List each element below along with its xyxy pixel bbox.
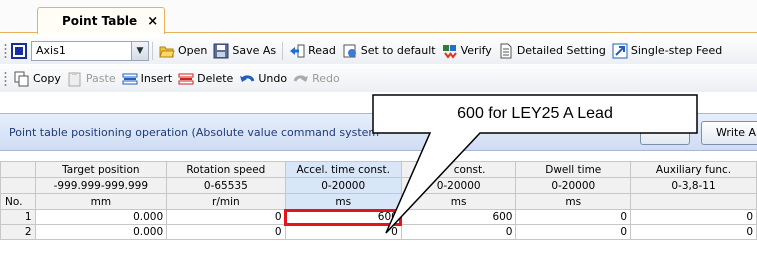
- document-icon: [500, 43, 512, 58]
- header-cell: Accel. time const.: [284, 161, 402, 178]
- single-step-feed-button[interactable]: Single-step Feed: [609, 40, 725, 62]
- table-cell[interactable]: 0: [166, 209, 286, 225]
- row-number: 2: [0, 224, 36, 240]
- delete-row-icon: [178, 73, 194, 84]
- save-as-label: Save As: [232, 44, 277, 57]
- table-cell[interactable]: 0: [400, 224, 517, 240]
- read-button[interactable]: Read: [286, 40, 339, 62]
- toolbar-separator: [282, 41, 284, 60]
- table-row: 1 0.000 0 600 600 0 0: [0, 208, 757, 226]
- arrow-up-right-icon: [612, 43, 628, 58]
- header-cell: Auxiliary func.: [630, 161, 757, 178]
- set-to-default-button[interactable]: Set to default: [339, 40, 439, 62]
- callout-text: 600 for LEY25 A Lead: [457, 105, 613, 122]
- paste-icon: [68, 71, 81, 86]
- toolbar-grip[interactable]: [4, 70, 7, 87]
- single-step-feed-label: Single-step Feed: [630, 44, 723, 57]
- tab-strip: Point Table ×: [0, 0, 757, 34]
- edit-toolbar: Copy Paste Insert Delete Undo Redo: [0, 65, 757, 92]
- undo-label: Undo: [258, 72, 288, 85]
- open-button[interactable]: Open: [156, 40, 210, 62]
- chevron-down-icon[interactable]: ▼: [131, 41, 148, 60]
- insert-label: Insert: [140, 72, 173, 85]
- save-icon: [213, 43, 229, 58]
- info-message: Point table positioning operation (Absol…: [9, 126, 380, 139]
- folder-open-icon: [159, 46, 175, 57]
- verify-button[interactable]: Verify: [439, 40, 495, 62]
- toolbar-grip[interactable]: [4, 42, 7, 59]
- range-cell: 0-3,8-11: [630, 177, 757, 194]
- paste-button[interactable]: Paste: [64, 68, 119, 90]
- header-cell: Target position: [34, 161, 168, 178]
- set-to-default-label: Set to default: [360, 44, 436, 57]
- range-cell: 0-65535: [166, 177, 286, 194]
- header-row: Target position Rotation speed Accel. ti…: [0, 161, 757, 178]
- unit-cell: mm: [34, 193, 168, 210]
- axis-select-value: Axis1: [36, 44, 66, 57]
- insert-row-icon: [122, 73, 138, 84]
- table-cell[interactable]: 0.000: [34, 224, 168, 240]
- table-cell[interactable]: 0: [630, 209, 757, 225]
- row-number: 1: [0, 209, 36, 225]
- axis-select[interactable]: Axis1 ▼: [31, 40, 149, 61]
- table-cell[interactable]: 0: [166, 224, 286, 240]
- close-icon[interactable]: ×: [147, 14, 158, 29]
- table-cell[interactable]: 0: [515, 224, 632, 240]
- unit-cell: ms: [400, 193, 517, 210]
- redo-icon: [293, 74, 309, 82]
- range-cell: [0, 177, 36, 194]
- axis-icon: [11, 42, 27, 59]
- unit-row: No. mm r/min ms ms ms: [0, 193, 757, 210]
- range-row: -999.999-999.999 0-65535 0-20000 0-20000…: [0, 177, 757, 194]
- redo-button[interactable]: Redo: [290, 68, 343, 90]
- copy-button[interactable]: Copy: [11, 68, 64, 90]
- unit-cell: No.: [0, 193, 36, 210]
- table-cell[interactable]: 0: [284, 224, 402, 240]
- range-cell: 0-20000: [284, 177, 402, 194]
- unit-cell: ms: [515, 193, 632, 210]
- header-cell: Dwell time: [515, 161, 632, 178]
- redo-label: Redo: [312, 72, 340, 85]
- header-cell: Rotation speed: [166, 161, 286, 178]
- tab-label: Point Table: [62, 14, 138, 28]
- detailed-setting-button[interactable]: Detailed Setting: [495, 40, 609, 62]
- unit-cell: ms: [284, 193, 402, 210]
- paste-label: Paste: [85, 72, 116, 85]
- unit-cell: [630, 193, 757, 210]
- header-cell: [0, 161, 36, 178]
- verify-icon: [442, 44, 457, 59]
- header-cell: const.: [400, 161, 517, 178]
- copy-icon: [14, 71, 29, 86]
- range-cell: 0-20000: [515, 177, 632, 194]
- delete-label: Delete: [197, 72, 234, 85]
- read-icon: [290, 44, 305, 57]
- open-label: Open: [178, 44, 208, 57]
- write-button[interactable]: Write A: [701, 121, 757, 145]
- copy-label: Copy: [33, 72, 61, 85]
- accel-time-cell-highlighted[interactable]: 600: [284, 208, 403, 226]
- table-cell[interactable]: 600: [400, 209, 517, 225]
- delete-button[interactable]: Delete: [175, 68, 236, 90]
- undo-icon: [240, 74, 255, 82]
- table-cell[interactable]: 0: [515, 209, 632, 225]
- point-table: Target position Rotation speed Accel. ti…: [0, 161, 757, 240]
- set-default-icon: [343, 44, 356, 57]
- undo-button[interactable]: Undo: [236, 68, 290, 90]
- table-cell[interactable]: 0: [630, 224, 757, 240]
- save-as-button[interactable]: Save As: [210, 40, 279, 62]
- verify-label: Verify: [460, 44, 492, 57]
- table-cell[interactable]: 0.000: [34, 209, 168, 225]
- range-cell: -999.999-999.999: [34, 177, 168, 194]
- range-cell: 0-20000: [400, 177, 517, 194]
- main-toolbar: Axis1 ▼ Open Save As Read Set to default…: [0, 37, 757, 64]
- read-label: Read: [308, 44, 336, 57]
- insert-button[interactable]: Insert: [119, 68, 176, 90]
- toolbar-separator: [152, 41, 153, 60]
- tab-point-table[interactable]: Point Table ×: [37, 7, 165, 34]
- detailed-setting-label: Detailed Setting: [516, 44, 606, 57]
- table-row: 2 0.000 0 0 0 0 0: [0, 224, 757, 240]
- unit-cell: r/min: [166, 193, 286, 210]
